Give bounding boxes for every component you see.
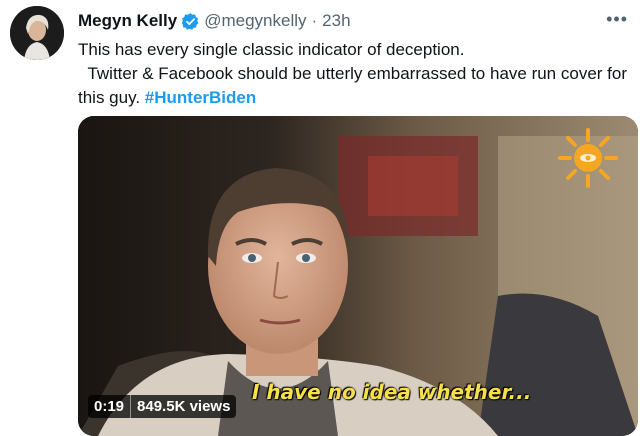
avatar-image	[10, 6, 64, 60]
tweet-line-1: This has every single classic indicator …	[78, 40, 465, 59]
author-name[interactable]: Megyn Kelly	[78, 11, 177, 31]
tweet-text: This has every single classic indicator …	[78, 38, 634, 110]
verified-badge-icon	[181, 12, 199, 30]
tweet-timestamp[interactable]: 23h	[322, 11, 350, 31]
tweet-line-3: this guy. #HunterBiden	[78, 86, 634, 110]
more-options-icon[interactable]: •••	[606, 10, 628, 28]
author-handle[interactable]: @megynkelly	[204, 11, 306, 31]
video-views: 849.5K views	[130, 395, 236, 418]
cbs-sunday-morning-sun-logo	[558, 128, 618, 188]
video-stats-badge: 0:19 849.5K views	[88, 395, 237, 418]
tweet-header: Megyn Kelly @megynkelly · 23h	[78, 9, 640, 33]
tweet-line-3-text: this guy.	[78, 88, 145, 107]
header-separator: ·	[311, 11, 318, 30]
hashtag-link[interactable]: #HunterBiden	[145, 88, 256, 107]
tweet-line-2: Twitter & Facebook should be utterly emb…	[78, 64, 627, 83]
video-duration: 0:19	[94, 398, 125, 415]
author-avatar[interactable]	[10, 6, 64, 60]
video-caption: I have no idea whether...	[252, 380, 532, 404]
